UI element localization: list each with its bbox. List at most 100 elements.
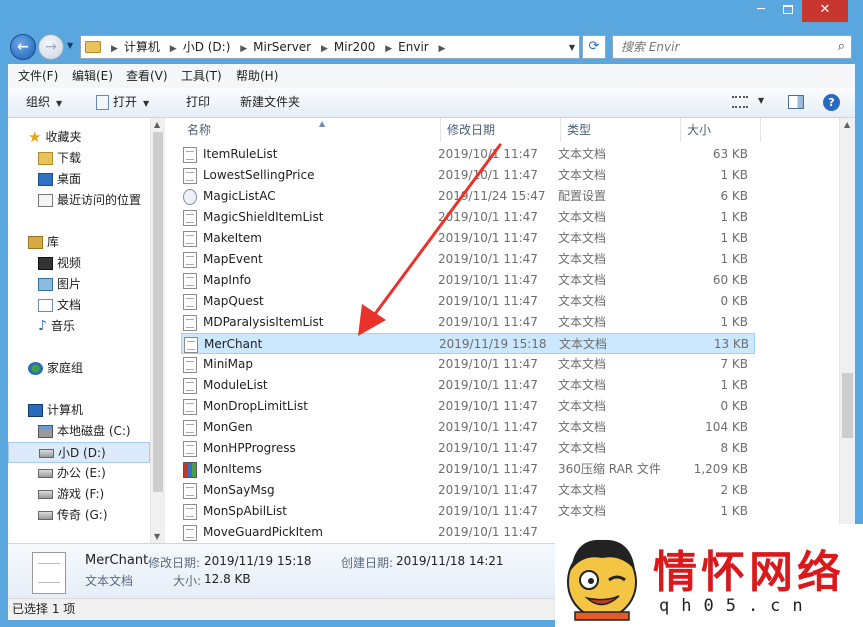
back-button[interactable]: ← [10, 34, 36, 60]
column-header-name[interactable]: 名称 ▲ [181, 118, 441, 142]
preview-pane-icon[interactable] [788, 95, 804, 109]
open-button[interactable]: 打开 ▼ [86, 88, 159, 118]
menu-view[interactable]: 查看(V) [118, 64, 176, 88]
breadcrumb-computer[interactable]: 计算机 [124, 40, 160, 54]
new-folder-button[interactable]: 新建文件夹 [230, 88, 310, 118]
file-row[interactable]: MonItems 2019/10/1 11:47 360压缩 RAR 文件 1,209… [181, 459, 755, 480]
nav-favorites[interactable]: ★ 收藏夹 [28, 127, 150, 148]
nav-scroll-thumb[interactable] [153, 132, 163, 492]
nav-homegroup[interactable]: 家庭组 [28, 358, 150, 379]
breadcrumb-drive-d[interactable]: 小D (D:) [183, 40, 231, 54]
file-type: 文本文档 [558, 441, 607, 455]
print-button[interactable]: 打印 [176, 88, 220, 118]
scroll-up-icon[interactable]: ▲ [844, 120, 850, 129]
chevron-right-icon[interactable]: ▶ [170, 44, 177, 54]
chevron-right-icon[interactable]: ▶ [439, 44, 446, 54]
pictures-icon [38, 278, 53, 291]
chevron-right-icon[interactable]: ▶ [111, 44, 118, 54]
chevron-right-icon[interactable]: ▶ [240, 44, 247, 54]
address-history-dropdown[interactable]: ▼ [569, 43, 575, 52]
config-file-icon [183, 189, 197, 205]
column-header-size[interactable]: 大小 [681, 118, 761, 142]
scroll-up-icon[interactable]: ▲ [154, 120, 160, 129]
file-size: 1 KB [720, 252, 748, 266]
nav-pictures[interactable]: 图片 [38, 274, 150, 295]
file-row[interactable]: MagicShieldItemList 2019/10/1 11:47 文本文档 1 … [181, 207, 755, 228]
organize-label: 组织 [26, 95, 51, 109]
file-list-scrollbar[interactable]: ▲ ▼ [839, 118, 855, 543]
file-row[interactable]: MonSayMsg 2019/10/1 11:47 文本文档 2 KB [181, 480, 755, 501]
file-row[interactable]: MapQuest 2019/10/1 11:47 文本文档 0 KB [181, 291, 755, 312]
view-options-icon[interactable] [732, 96, 748, 108]
menu-tools[interactable]: 工具(T) [173, 64, 230, 88]
file-row[interactable]: ItemRuleList 2019/10/1 11:47 文本文档 63 KB [181, 144, 755, 165]
nav-desktop[interactable]: 桌面 [38, 169, 150, 190]
nav-drive-f[interactable]: 游戏 (F:) [38, 484, 150, 505]
chevron-right-icon[interactable]: ▶ [321, 44, 328, 54]
file-row[interactable]: MapEvent 2019/10/1 11:47 文本文档 1 KB [181, 249, 755, 270]
recent-places-icon [38, 194, 53, 207]
file-size: 1 KB [720, 231, 748, 245]
refresh-button[interactable]: ⟳ [582, 35, 606, 59]
breadcrumb-mirserver[interactable]: MirServer [253, 40, 311, 54]
file-type: 文本文档 [558, 231, 607, 245]
file-row[interactable]: MapInfo 2019/10/1 11:47 文本文档 60 KB [181, 270, 755, 291]
text-file-icon [183, 399, 197, 415]
nav-computer[interactable]: 计算机 [28, 400, 150, 421]
nav-drive-e[interactable]: 办公 (E:) [38, 463, 150, 484]
scroll-down-icon[interactable]: ▼ [154, 532, 160, 541]
nav-drive-g[interactable]: 传奇 (G:) [38, 505, 150, 526]
recent-pages-dropdown[interactable]: ▼ [67, 41, 73, 50]
menu-help[interactable]: 帮助(H) [228, 64, 286, 88]
nav-videos[interactable]: 视频 [38, 253, 150, 274]
nav-recent[interactable]: 最近访问的位置 [38, 190, 150, 211]
nav-music[interactable]: ♪ 音乐 [38, 316, 150, 337]
file-row[interactable]: MonGen 2019/10/1 11:47 文本文档 104 KB [181, 417, 755, 438]
file-type: 文本文档 [558, 252, 607, 266]
file-row[interactable]: MagicListAC 2019/11/24 15:47 配置设置 6 KB [181, 186, 755, 207]
minimize-button[interactable]: ─ [748, 0, 774, 22]
file-modified-date: 2019/11/19 15:18 [439, 337, 547, 351]
forward-button[interactable]: → [38, 34, 64, 60]
nav-drive-c[interactable]: 本地磁盘 (C:) [38, 421, 150, 442]
nav-computer-label: 计算机 [47, 403, 84, 417]
nav-scrollbar[interactable]: ▲ ▼ [150, 118, 165, 543]
search-box[interactable]: ⌕ [612, 35, 852, 59]
file-row-selected[interactable]: MerChant 2019/11/19 15:18 文本文档 13 KB [181, 333, 755, 354]
file-row[interactable]: MakeItem 2019/10/1 11:47 文本文档 1 KB [181, 228, 755, 249]
file-row[interactable]: ModuleList 2019/10/1 11:47 文本文档 1 KB [181, 375, 755, 396]
file-row[interactable]: MiniMap 2019/10/1 11:47 文本文档 7 KB [181, 354, 755, 375]
help-icon[interactable]: ? [823, 94, 840, 111]
view-options-dropdown[interactable]: ▼ [758, 96, 764, 105]
nav-libraries[interactable]: 库 [28, 232, 150, 253]
file-list-scroll-thumb[interactable] [842, 373, 853, 438]
search-icon[interactable]: ⌕ [838, 39, 845, 54]
file-row[interactable]: MDParalysisItemList 2019/10/1 11:47 文本文档 1 … [181, 312, 755, 333]
breadcrumb-envir[interactable]: Envir [398, 40, 429, 54]
menu-edit[interactable]: 编辑(E) [64, 64, 121, 88]
folder-icon [85, 41, 101, 53]
file-row[interactable]: MonHPProgress 2019/10/1 11:47 文本文档 8 KB [181, 438, 755, 459]
organize-button[interactable]: 组织 ▼ [16, 88, 72, 118]
file-row[interactable]: MonDropLimitList 2019/10/1 11:47 文本文档 0 KB [181, 396, 755, 417]
file-name: ModuleList [203, 378, 268, 392]
address-bar[interactable]: ▶ 计算机 ▶ 小D (D:) ▶ MirServer ▶ Mir200 ▶ Envir … [80, 35, 580, 59]
nav-downloads[interactable]: 下载 [38, 148, 150, 169]
chevron-down-icon: ▼ [143, 99, 150, 108]
text-file-icon [183, 315, 197, 331]
menu-file[interactable]: 文件(F) [10, 64, 66, 88]
breadcrumb-mir200[interactable]: Mir200 [334, 40, 376, 54]
file-name: MerChant [204, 337, 263, 351]
file-row[interactable]: LowestSellingPrice 2019/10/1 11:47 文本文档 1 K… [181, 165, 755, 186]
file-type: 文本文档 [558, 399, 607, 413]
nav-documents[interactable]: 文档 [38, 295, 150, 316]
file-row[interactable]: MonSpAbilList 2019/10/1 11:47 文本文档 1 KB [181, 501, 755, 522]
search-input[interactable] [613, 36, 823, 58]
nav-drive-d[interactable]: 小D (D:) [8, 442, 150, 463]
close-button[interactable]: ✕ [802, 0, 848, 22]
maximize-button[interactable] [775, 0, 801, 22]
column-header-type[interactable]: 类型 [561, 118, 681, 142]
chevron-right-icon[interactable]: ▶ [385, 44, 392, 54]
text-file-icon [183, 168, 197, 184]
column-header-date[interactable]: 修改日期 [441, 118, 561, 142]
